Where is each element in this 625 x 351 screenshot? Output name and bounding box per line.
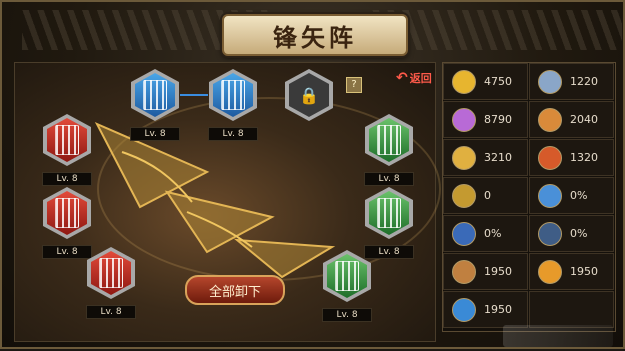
lock-icon: 🔒 [299, 85, 319, 105]
stat-cell: 0% [443, 215, 528, 252]
slot-green-1[interactable]: Lv. 8 [362, 114, 416, 186]
slot-locked[interactable]: 🔒 [282, 69, 336, 121]
back-label: 返回 [409, 72, 432, 85]
stats-panel: 4750 1220 8790 2040 3210 1320 0 0% 0% 0%… [442, 62, 616, 332]
stat-cell: 0% [529, 177, 614, 214]
stat-cell: 8790 [443, 101, 528, 138]
shield-icon [538, 69, 562, 94]
slot-blue-2[interactable]: Lv. 8 [206, 69, 260, 141]
purple-orb-icon [452, 107, 476, 132]
book-icon [99, 258, 123, 288]
book-icon [377, 198, 401, 228]
gold-coin-icon [452, 69, 476, 94]
stat-cell: 1950 [443, 253, 528, 290]
golden-sword-icon [452, 145, 476, 170]
formation-window: 锋矢阵 Lv. 8 Lv. 8 🔒 Lv. 8 Lv. 8 Lv. 8 Lv. … [0, 0, 625, 349]
watermark [503, 325, 613, 347]
flame-head-icon [538, 145, 562, 170]
book-icon [221, 80, 245, 110]
warrior-icon [538, 107, 562, 132]
blue-arrow-icon [452, 221, 476, 246]
blue-claw-icon [452, 297, 476, 322]
slot-blue-1[interactable]: Lv. 8 [128, 69, 182, 141]
help-button[interactable]: ? [346, 77, 362, 93]
slot-red-3[interactable]: Lv. 8 [84, 247, 138, 319]
stat-cell: 0% [529, 215, 614, 252]
slot-red-1[interactable]: Lv. 8 [40, 114, 94, 186]
book-icon [55, 125, 79, 155]
unload-all-button[interactable]: 全部卸下 [185, 275, 285, 305]
slot-level: Lv. 8 [364, 172, 414, 186]
back-button[interactable]: ↶ 返回 [396, 70, 432, 86]
book-icon [335, 261, 359, 291]
slot-level: Lv. 8 [86, 305, 136, 319]
blue-wave-icon [538, 183, 562, 208]
dark-blade-icon [538, 221, 562, 246]
slot-level: Lv. 8 [322, 308, 372, 322]
book-icon [377, 125, 401, 155]
stat-cell: 1220 [529, 63, 614, 100]
slot-level: Lv. 8 [130, 127, 180, 141]
return-arrow-icon: ↶ [396, 70, 408, 86]
slot-level: Lv. 8 [208, 127, 258, 141]
sun-burst-icon [538, 259, 562, 284]
stat-cell: 3210 [443, 139, 528, 176]
slot-level: Lv. 8 [42, 172, 92, 186]
beast-icon [452, 259, 476, 284]
stat-cell: 1950 [443, 291, 528, 328]
stat-cell: 2040 [529, 101, 614, 138]
slot-green-2[interactable]: Lv. 8 [362, 187, 416, 259]
stat-cell: 1950 [529, 253, 614, 290]
blue-link-line [180, 94, 208, 96]
slot-green-3[interactable]: Lv. 8 [320, 250, 374, 322]
stat-cell: 1320 [529, 139, 614, 176]
stat-cell: 0 [443, 177, 528, 214]
stat-cell: 4750 [443, 63, 528, 100]
book-icon [55, 198, 79, 228]
crest-icon [452, 183, 476, 208]
stat-cell-empty [529, 291, 614, 328]
book-icon [143, 80, 167, 110]
